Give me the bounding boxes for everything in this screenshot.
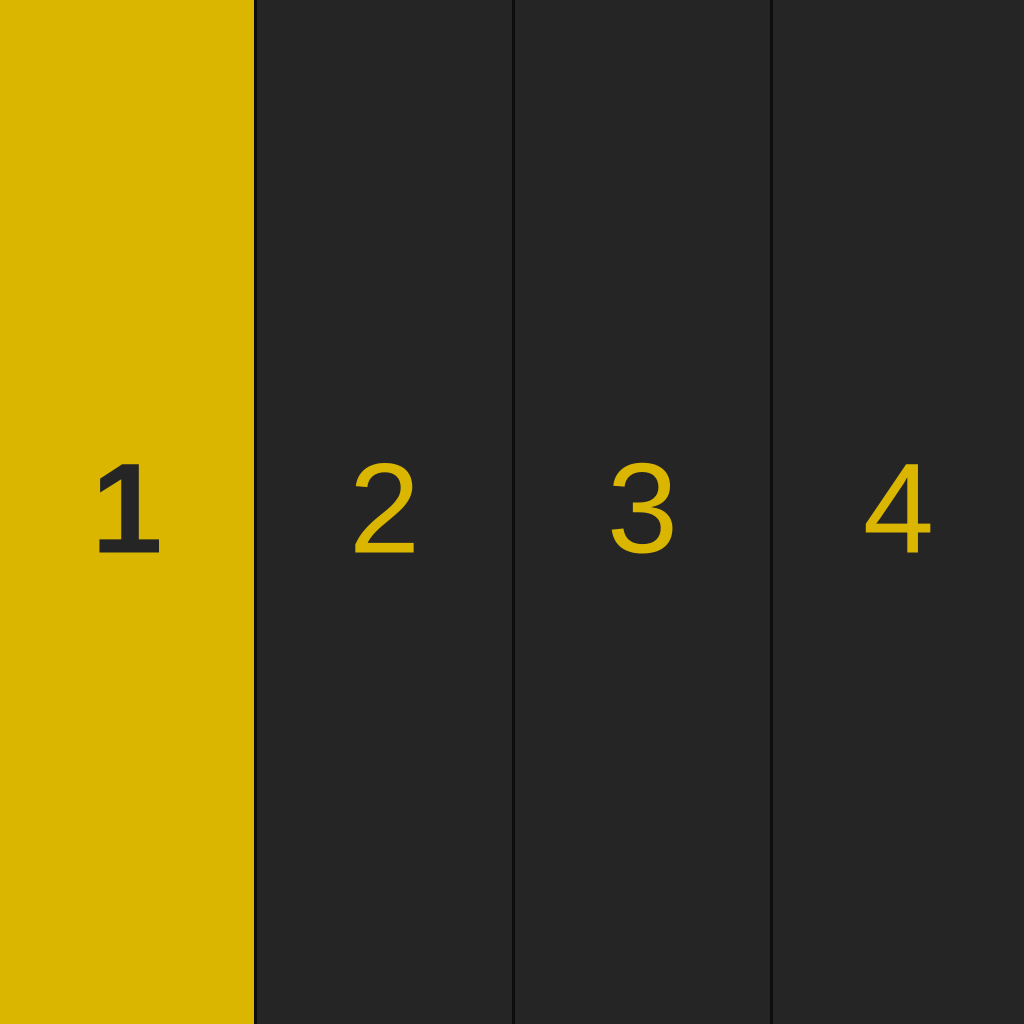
option-4-button[interactable]: 4 xyxy=(773,0,1024,1024)
option-2-label: 2 xyxy=(348,437,421,581)
option-3-label: 3 xyxy=(606,437,679,581)
option-4-label: 4 xyxy=(862,437,935,581)
option-1-label: 1 xyxy=(91,437,163,581)
option-3-button[interactable]: 3 xyxy=(515,0,770,1024)
option-1-button[interactable]: 1 xyxy=(0,0,254,1024)
number-selector: 1 2 3 4 xyxy=(0,0,1024,1024)
option-2-button[interactable]: 2 xyxy=(257,0,512,1024)
